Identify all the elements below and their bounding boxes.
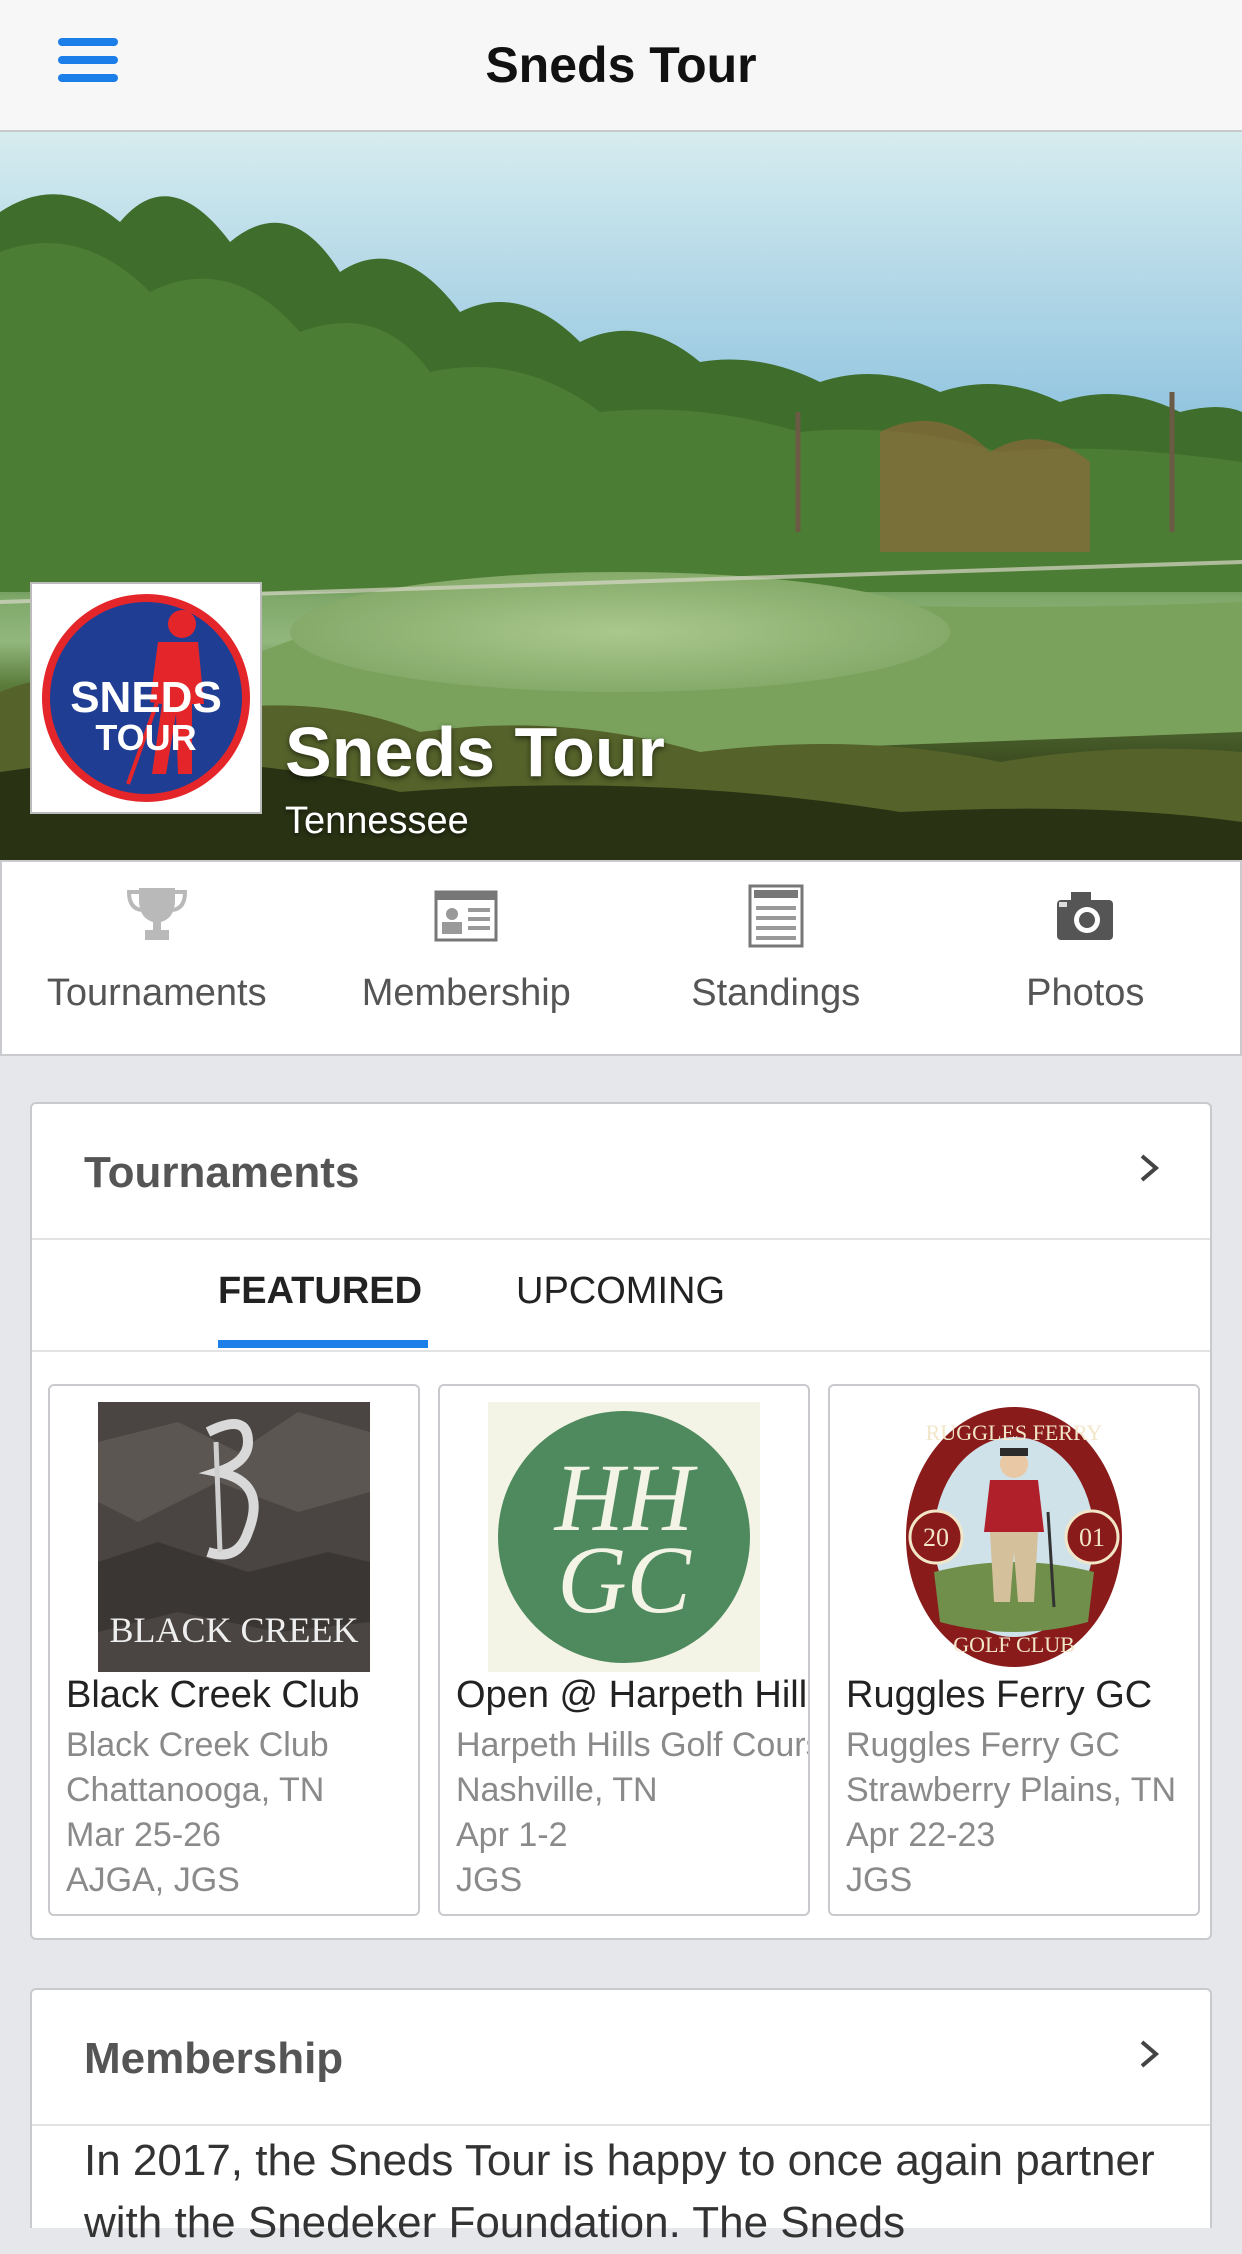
card-title: Tournaments [84,1148,360,1197]
tournament-name: Ruggles Ferry GC [846,1674,1153,1716]
black-creek-logo: BLACK CREEK [98,1402,370,1672]
chevron-right-icon [1140,1154,1160,1182]
tournament-orgs: AJGA, JGS [66,1861,240,1899]
quicktab-label: Photos [1026,972,1145,1014]
svg-text:TOUR: TOUR [95,717,196,758]
svg-text:RUGGLES FERRY: RUGGLES FERRY [926,1420,1103,1445]
harpeth-hills-logo: HH GC [488,1402,760,1672]
tournament-tile[interactable]: HH GC Open @ Harpeth Hills Harpeth Hills… [438,1384,810,1916]
quicktab-standings[interactable]: Standings [621,862,931,1054]
tournament-name: Black Creek Club [66,1674,360,1716]
ruggles-ferry-logo: 20 01 RUGGLES FERRY GOLF CLUB [878,1402,1150,1672]
membership-description: In 2017, the Sneds Tour is happy to once… [84,2136,1155,2247]
club-location: Tennessee [285,800,469,842]
tournaments-card-header[interactable]: Tournaments [32,1104,1210,1240]
sneds-tour-logo: SNEDS TOUR [30,582,262,814]
quicktab-membership[interactable]: Membership [312,862,622,1054]
tab-featured[interactable]: FEATURED [218,1270,422,1313]
quicktab-photos[interactable]: Photos [931,862,1241,1054]
tournament-dates: Mar 25-26 [66,1816,221,1854]
featured-tournaments-list: BLACK CREEK Black Creek Club Black Creek… [32,1352,1210,1944]
svg-text:SNEDS: SNEDS [70,673,222,722]
membership-card-icon [434,890,498,942]
tournament-name: Open @ Harpeth Hills [456,1674,810,1716]
tab-upcoming[interactable]: UPCOMING [516,1270,725,1313]
card-title: Membership [84,2034,344,2083]
tournament-city: Nashville, TN [456,1771,658,1809]
membership-card-header[interactable]: Membership [32,1990,1210,2126]
standings-icon [748,884,804,948]
svg-text:01: 01 [1079,1523,1105,1552]
svg-text:BLACK CREEK: BLACK CREEK [109,1610,358,1650]
svg-text:20: 20 [923,1523,949,1552]
tournament-orgs: JGS [456,1861,523,1899]
tournament-course: Black Creek Club [66,1726,329,1764]
tournament-tile[interactable]: BLACK CREEK Black Creek Club Black Creek… [48,1384,420,1916]
tournament-course: Harpeth Hills Golf Course [456,1726,810,1764]
membership-card: Membership In 2017, the Sneds Tour is ha… [30,1988,1212,2247]
active-tab-indicator [218,1340,428,1348]
quicktab-tournaments[interactable]: Tournaments [2,862,312,1054]
chevron-right-icon [1140,2040,1160,2068]
svg-text:GC: GC [557,1526,691,1633]
svg-text:GOLF CLUB: GOLF CLUB [953,1632,1075,1657]
club-name: Sneds Tour [285,713,665,791]
camera-icon [1057,892,1114,940]
trophy-icon [126,888,187,940]
tournament-dates: Apr 1-2 [456,1816,568,1854]
tournament-course: Ruggles Ferry GC [846,1726,1120,1764]
quicktab-label: Standings [691,972,861,1014]
quicktab-label: Tournaments [46,972,267,1014]
top-nav-bar: Sneds Tour [0,0,1242,132]
tournament-orgs: JGS [846,1861,913,1899]
hero-banner: SNEDS TOUR Sneds Tour Tennessee [0,132,1242,860]
quicktab-label: Membership [361,972,571,1014]
quick-action-bar: Tournaments Membership Standings Photos [0,860,1242,1056]
tournament-tile[interactable]: 20 01 RUGGLES FERRY GOLF CLUB Ruggles Fe… [828,1384,1200,1916]
tournament-filter-tabs: FEATURED UPCOMING [32,1240,1210,1352]
tournament-city: Strawberry Plains, TN [846,1771,1177,1809]
nav-title: Sneds Tour [485,37,757,93]
tournament-city: Chattanooga, TN [66,1771,325,1809]
tournaments-card: Tournaments FEATURED UPCOMING BLACK CREE… [30,1102,1212,1940]
tournament-dates: Apr 22-23 [846,1816,996,1854]
